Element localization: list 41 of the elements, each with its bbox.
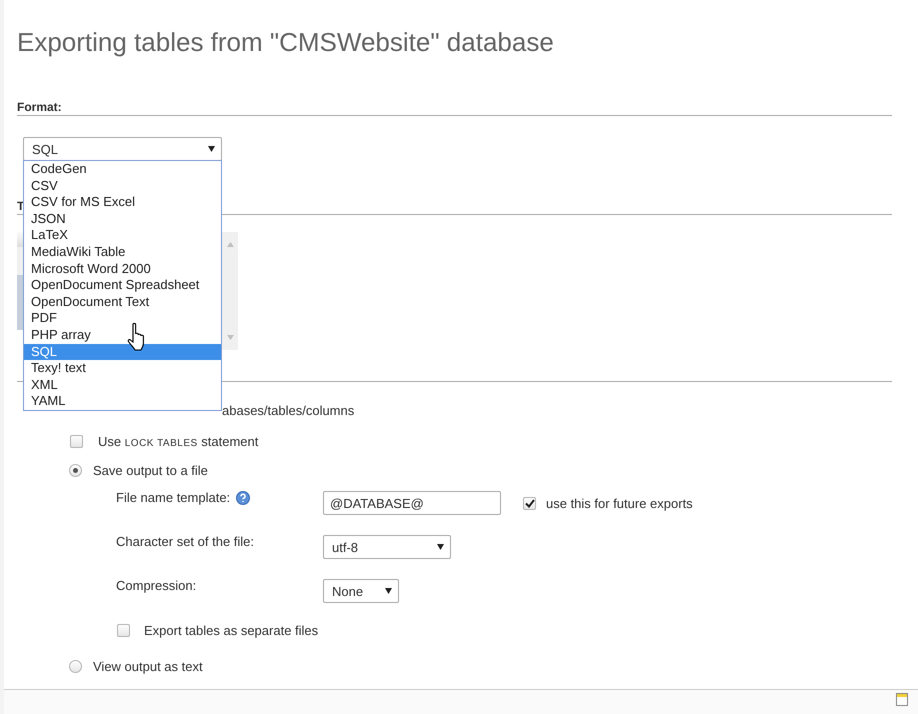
field-label: Compression: [116, 579, 196, 593]
dropdown-option[interactable]: PHP array [24, 326, 221, 344]
section-heading: Format: [17, 99, 62, 115]
dropdown[interactable]: None [323, 579, 399, 603]
option-label: abases/tables/columns [222, 402, 354, 418]
dropdown[interactable]: SQL [23, 137, 222, 161]
dropdown-option[interactable]: OpenDocument Text [24, 294, 221, 310]
option-label: Save output to a file [93, 462, 208, 478]
caret-icon [208, 146, 215, 152]
field-label: File name template: [116, 491, 230, 505]
option-label: Use LOCK TABLES statement [98, 434, 258, 448]
radio-button[interactable] [69, 464, 82, 476]
dropdown-option[interactable]: CSV [24, 178, 221, 194]
option-label: use this for future exports [546, 496, 693, 510]
dropdown-option[interactable]: YAML [24, 393, 221, 410]
help-icon[interactable] [236, 491, 250, 505]
option-label: View output as text [93, 658, 203, 674]
input-field[interactable]: @DATABASE@ [323, 491, 501, 515]
dropdown-option[interactable]: OpenDocument Spreadsheet [24, 277, 221, 294]
note-icon[interactable] [896, 693, 908, 706]
dropdown-option[interactable]: MediaWiki Table [24, 244, 221, 261]
checkbox[interactable] [70, 434, 83, 448]
dropdown-option[interactable]: LaTeX [24, 227, 221, 244]
radio-button[interactable] [69, 660, 82, 672]
dropdown-option[interactable]: Texy! text [24, 360, 221, 377]
scroll-down-icon[interactable] [226, 335, 234, 340]
dropdown-option[interactable]: XML [24, 376, 221, 394]
checkbox[interactable] [117, 624, 130, 636]
dropdown-option[interactable]: CodeGen [24, 161, 221, 178]
dropdown-option[interactable]: JSON [24, 210, 221, 228]
dropdown-option[interactable]: CSV for MS Excel [24, 194, 221, 211]
option-label: Export tables as separate files [144, 622, 318, 638]
dropdown[interactable]: utf-8 [323, 535, 451, 559]
field-label: Character set of the file: [116, 535, 254, 549]
checkbox[interactable] [523, 496, 536, 510]
caret-icon [437, 544, 444, 550]
dropdown-option[interactable]: PDF [24, 310, 221, 327]
dropdown-option[interactable]: Microsoft Word 2000 [24, 260, 221, 278]
page-title: Exporting tables from "CMSWebsite" database [17, 27, 554, 57]
scroll-up-icon[interactable] [226, 242, 234, 247]
caret-icon [385, 588, 392, 594]
